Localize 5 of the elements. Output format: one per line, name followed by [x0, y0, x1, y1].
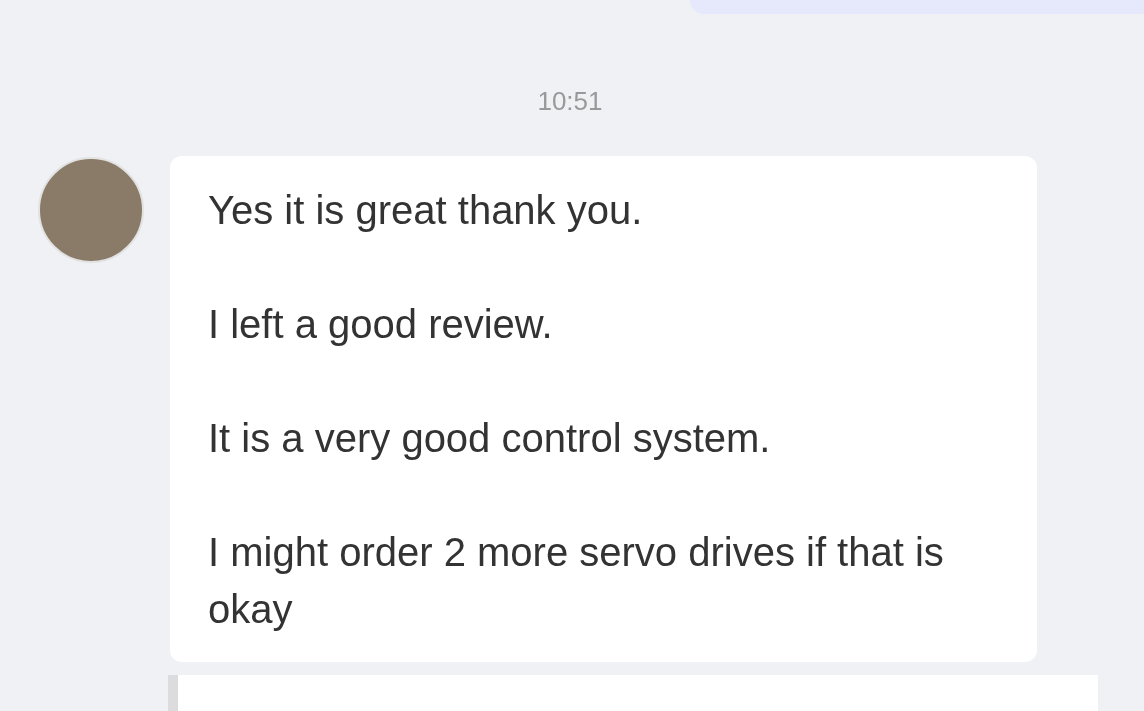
message-text: Yes it is great thank you. [208, 187, 644, 234]
message-text: I left a good review. [208, 301, 554, 348]
message-text: It is a very good control system. [208, 415, 772, 462]
message-text: I might order 2 more servo drives if that is okay [208, 529, 945, 633]
timestamp: 10:51 [537, 86, 603, 117]
